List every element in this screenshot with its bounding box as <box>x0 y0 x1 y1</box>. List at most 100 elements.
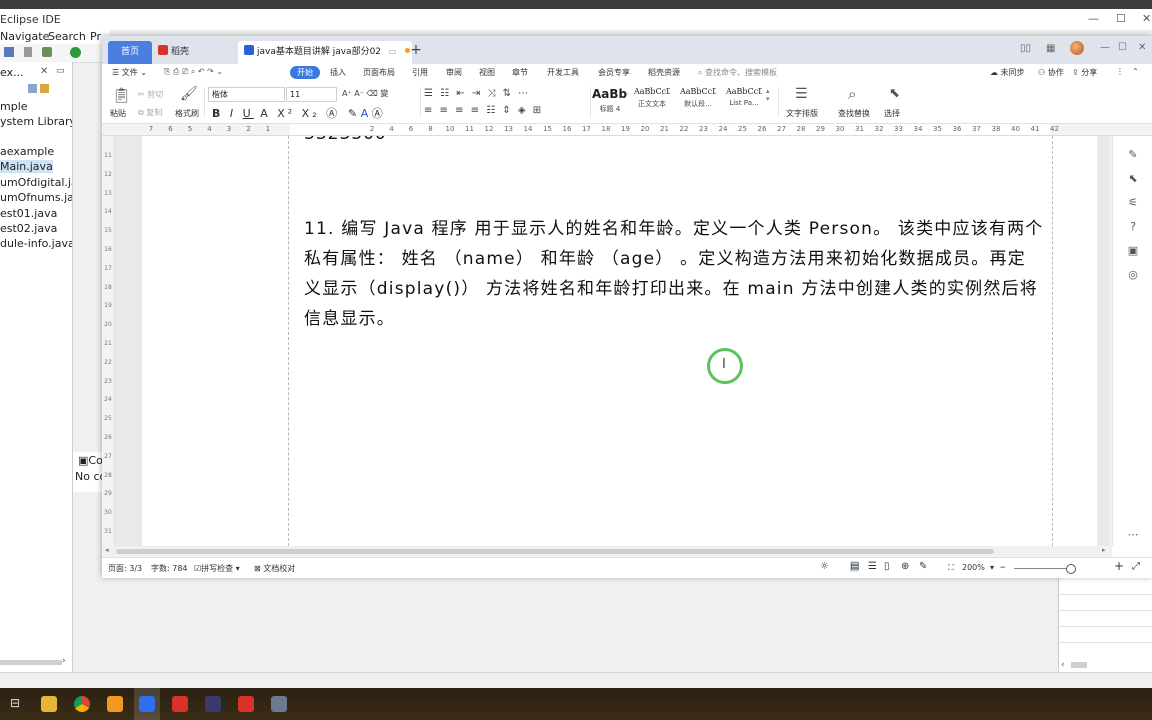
tree-item[interactable]: dule-info.java <box>0 237 72 250</box>
paste-button[interactable]: 粘贴 <box>110 108 126 119</box>
tree-item[interactable]: est01.java <box>0 207 57 220</box>
format-painter-icon[interactable]: 🖌︎ <box>180 86 198 102</box>
more-icon[interactable]: ⋮ <box>1116 67 1124 76</box>
tab-layout[interactable]: 页面布局 <box>363 67 395 78</box>
tab-view[interactable]: 视图 <box>479 67 495 78</box>
meeting-icon[interactable] <box>139 696 155 712</box>
fullscreen-icon[interactable]: ⤢ <box>1132 561 1140 572</box>
tree-item[interactable]: mple <box>0 100 28 113</box>
tab-home[interactable]: 首页 <box>108 41 152 64</box>
app-icon[interactable] <box>107 696 123 712</box>
close-icon[interactable]: ✕ <box>40 66 48 77</box>
toolbar-icon[interactable] <box>24 47 32 57</box>
style-list-paragraph[interactable]: AaBbCcDd List Pa... <box>726 87 762 117</box>
read-view-icon[interactable]: ▯ <box>884 561 890 572</box>
eye-protect-icon[interactable]: ☼ <box>820 561 829 572</box>
tab-resources[interactable]: 稻壳资源 <box>648 67 680 78</box>
page-indicator[interactable]: 页面: 3/3 <box>108 563 142 574</box>
tab-member[interactable]: 会员专享 <box>598 67 630 78</box>
select-button[interactable]: 选择 <box>884 108 900 119</box>
tab-reference[interactable]: 引用 <box>412 67 428 78</box>
panel-hscroll-thumb[interactable] <box>1071 662 1087 668</box>
spellcheck-button[interactable]: ☑拼写检查 ▾ <box>194 563 240 574</box>
close-icon[interactable]: ✕ <box>1138 42 1146 53</box>
scroll-left-icon[interactable]: ◂ <box>105 546 109 554</box>
zoom-level[interactable]: 200% <box>962 563 985 572</box>
style-body-text[interactable]: AaBbCcDd 正文文本 <box>634 87 670 117</box>
styles-scroll-icon[interactable]: ▴ ▾ <box>766 87 770 103</box>
pen-icon[interactable]: ✎ <box>1126 148 1140 162</box>
edit-pen-icon[interactable]: ✎ <box>919 561 927 572</box>
avatar[interactable] <box>1070 41 1084 55</box>
tab-monitor-icon[interactable]: ▭ <box>389 47 397 56</box>
share-button[interactable]: ⇪ 分享 <box>1072 67 1097 78</box>
link-editor-icon[interactable] <box>40 84 49 93</box>
command-search[interactable]: ⌕ 查找命令、搜索模板 <box>698 67 777 78</box>
package-explorer-tab[interactable]: ex... <box>0 66 24 79</box>
explorer-hscrollbar[interactable] <box>0 660 62 665</box>
task-view-icon[interactable]: ⊟ <box>10 696 20 710</box>
collapse-ribbon-icon[interactable]: ⌃ <box>1132 67 1139 76</box>
run-icon[interactable] <box>70 47 81 58</box>
word-count[interactable]: 字数: 784 <box>151 563 188 574</box>
document-page[interactable]: 3323300 11. 编写 Java 程序 用于显示人的姓名和年龄。定义一个人… <box>142 136 1097 546</box>
save-icon[interactable] <box>4 47 14 57</box>
tab-insert[interactable]: 插入 <box>330 67 346 78</box>
tab-review[interactable]: 审阅 <box>446 67 462 78</box>
format-painter-button[interactable]: 格式刷 <box>175 108 199 119</box>
chevron-down-icon[interactable]: ▾ <box>990 563 994 572</box>
menu-file[interactable]: ☰ 文件 ⌄ <box>112 67 147 78</box>
menu-project[interactable]: Pr <box>90 30 101 43</box>
paste-icon[interactable]: 📋︎ <box>112 86 131 104</box>
app-icon[interactable] <box>271 696 287 712</box>
eclipse-close-icon[interactable]: ✕ <box>1142 12 1151 25</box>
minimize-icon[interactable]: ▭ <box>56 66 65 76</box>
scroll-right-icon[interactable]: › <box>62 656 66 666</box>
adjust-icon[interactable]: ⚟ <box>1126 196 1140 210</box>
horizontal-scroll-thumb[interactable] <box>116 549 994 554</box>
highlight-color-icons[interactable]: ✎ A Ⓐ <box>348 105 383 121</box>
more-icon[interactable]: ⋯ <box>1126 528 1140 542</box>
eclipse-maximize-icon[interactable]: ☐ <box>1116 12 1126 25</box>
style-default[interactable]: AaBbCcDd 默认段... <box>680 87 716 117</box>
location-icon[interactable]: ◎ <box>1126 268 1140 282</box>
wps-writer-icon[interactable] <box>238 696 254 712</box>
help-icon[interactable]: ? <box>1126 220 1140 234</box>
grid-icon[interactable]: ▦ <box>1046 43 1055 54</box>
pointer-icon[interactable]: ⬉ <box>1126 172 1140 186</box>
tab-start[interactable]: 开始 <box>290 66 320 79</box>
document-area[interactable]: 11 12 13 14 15 16 17 18 19 20 21 22 23 24 25 26 27 28 29 30… <box>102 136 1152 546</box>
text-layout-button[interactable]: 文字排版 <box>786 108 818 119</box>
eclipse-minimize-icon[interactable]: — <box>1088 12 1099 25</box>
zoom-slider[interactable] <box>1014 568 1074 569</box>
collapse-all-icon[interactable] <box>28 84 37 93</box>
zoom-in-button[interactable]: + <box>1114 559 1124 573</box>
zoom-out-button[interactable]: – <box>1000 560 1006 573</box>
layout-icon[interactable]: ▯▯ <box>1020 43 1031 54</box>
maximize-icon[interactable]: ☐ <box>1118 42 1127 53</box>
font-size-select[interactable]: 11 <box>286 87 337 102</box>
font-format-icons[interactable]: B I U A X² X₂ Ⓐ <box>212 105 340 121</box>
tree-item[interactable]: est02.java <box>0 222 57 235</box>
menu-search[interactable]: Search <box>48 30 86 43</box>
tab-document[interactable]: java基本题目讲解 java部分02 ▭ <box>238 41 412 64</box>
tree-item-selected[interactable]: Main.java <box>0 160 53 173</box>
list-indent-icons[interactable]: ☰ ☷ ⇤ ⇥ ⤨ ⇅ ⋯ <box>424 88 530 99</box>
tab-chapter[interactable]: 章节 <box>512 67 528 78</box>
zoom-slider-handle[interactable] <box>1066 564 1076 574</box>
eclipse-icon[interactable] <box>205 696 221 712</box>
tree-item[interactable]: umOfdigital.jav <box>0 176 72 189</box>
text-layout-icon[interactable]: ☰ <box>795 86 808 102</box>
scroll-left-icon[interactable]: ‹ <box>1061 660 1065 670</box>
new-tab-button[interactable]: + <box>408 42 424 58</box>
menu-navigate[interactable]: Navigate <box>0 30 49 43</box>
quick-tools[interactable]: ⎘ ⎙ ⎚ ⌕ ↶ ↷ ⌄ <box>164 67 223 77</box>
horizontal-scrollbar[interactable]: ◂ ▸ <box>102 546 1112 557</box>
copy-button[interactable]: ⧉ 复制 <box>138 107 162 118</box>
zoom-fit-icon[interactable]: ⛶ <box>948 563 954 573</box>
outline-view-icon[interactable]: ☰ <box>868 561 877 572</box>
search-icon[interactable]: ⌕ <box>848 85 856 103</box>
debug-icon[interactable] <box>42 47 52 57</box>
previous-text-line[interactable]: 3323300 <box>304 136 387 144</box>
file-explorer-icon[interactable] <box>41 696 57 712</box>
